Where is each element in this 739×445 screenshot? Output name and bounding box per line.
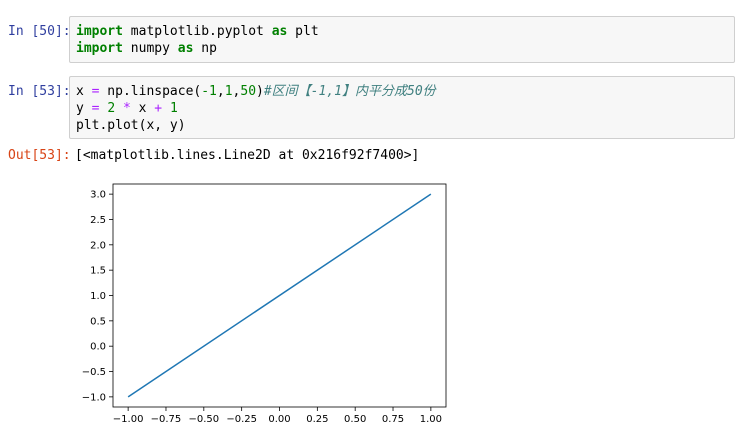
code-token: plt.plot(x, y) bbox=[76, 118, 186, 133]
y-tick-label: −0.5 bbox=[82, 367, 106, 378]
code-token: x bbox=[130, 101, 155, 116]
code-token: y bbox=[76, 101, 92, 116]
x-tick-label: 0.50 bbox=[344, 414, 366, 424]
code-token: np bbox=[193, 41, 217, 56]
x-tick-label: 0.00 bbox=[268, 414, 290, 424]
y-tick-label: 1.0 bbox=[90, 291, 106, 302]
code-token: plt bbox=[287, 24, 319, 39]
output-text: [<matplotlib.lines.Line2D at 0x216f92f74… bbox=[75, 148, 420, 163]
code-token: 1 bbox=[224, 84, 233, 99]
x-tick-label: 1.00 bbox=[420, 414, 442, 424]
code-token: 50 bbox=[240, 84, 257, 99]
x-tick-label: −1.00 bbox=[113, 414, 144, 424]
code-token: matplotlib.pyplot bbox=[122, 24, 272, 39]
x-tick-label: 0.75 bbox=[382, 414, 404, 424]
code-token: import bbox=[76, 24, 123, 39]
code-token: x bbox=[76, 84, 92, 99]
code-token: , bbox=[216, 84, 225, 99]
cell1-prompt: In [50]: bbox=[8, 24, 71, 39]
y-tick-label: 2.0 bbox=[90, 240, 106, 251]
code-token: ) bbox=[256, 84, 264, 99]
code-token: 2 bbox=[107, 101, 116, 116]
y-tick-label: 2.5 bbox=[90, 215, 106, 226]
x-tick-label: 0.25 bbox=[306, 414, 328, 424]
code-comment: #区间【-1,1】内平分成50份 bbox=[263, 84, 436, 99]
code-token: * bbox=[122, 101, 131, 116]
code-token: np.linspace( bbox=[99, 84, 202, 99]
x-tick-label: −0.75 bbox=[151, 414, 182, 424]
code-token: import bbox=[76, 41, 123, 56]
code-token: numpy bbox=[122, 41, 178, 56]
code-token: + bbox=[154, 101, 163, 116]
y-tick-label: 0.5 bbox=[90, 316, 106, 327]
code-token: as bbox=[271, 24, 288, 39]
y-tick-label: 1.5 bbox=[90, 266, 106, 277]
cell2-code-editor[interactable]: x = np.linspace(-1,1,50)#区间【-1,1】内平分成50份… bbox=[69, 76, 735, 139]
code-token: 1 bbox=[169, 101, 178, 116]
code-token: as bbox=[177, 41, 194, 56]
line-plot: −1.00 −0.75 −0.50 −0.25 0.00 0.25 0.50 0.75 1.00… bbox=[82, 183, 447, 424]
cell1-code: import matplotlib.pyplot as plt import n… bbox=[76, 23, 319, 57]
cell2-code: x = np.linspace(-1,1,50)#区间【-1,1】内平分成50份… bbox=[76, 83, 436, 134]
x-tick-label: −0.25 bbox=[226, 414, 257, 424]
cell2-prompt: In [53]: bbox=[8, 84, 71, 99]
y-tick-label: 0.0 bbox=[90, 342, 106, 353]
x-tick-label: −0.50 bbox=[188, 414, 219, 424]
cell1-code-editor[interactable]: import matplotlib.pyplot as plt import n… bbox=[69, 16, 735, 63]
output-prompt: Out[53]: bbox=[8, 148, 71, 163]
code-token: -1 bbox=[201, 84, 217, 99]
y-tick-label: −1.0 bbox=[82, 392, 106, 403]
y-tick-label: 3.0 bbox=[90, 190, 106, 201]
